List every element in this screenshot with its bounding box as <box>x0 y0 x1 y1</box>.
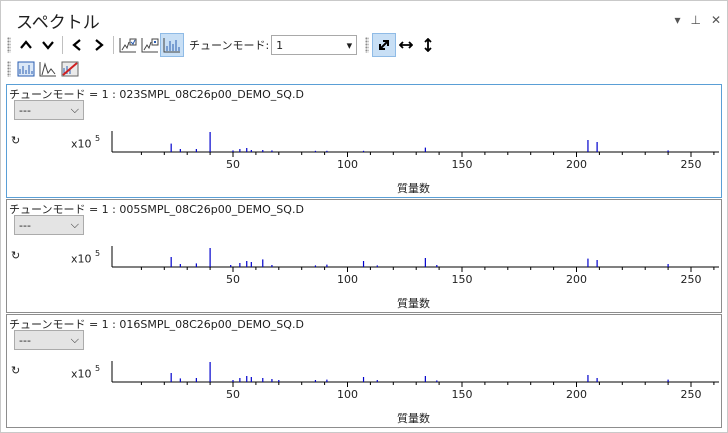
tune-mode-select[interactable]: 1 ▾ <box>271 35 358 55</box>
spectrum-check-icon[interactable] <box>117 34 139 56</box>
line-spectrum-icon[interactable] <box>37 58 59 80</box>
spectrum-plot[interactable]: 50 100 150 200 250 <box>107 125 719 169</box>
pin-icon[interactable]: ⊥ <box>690 13 700 27</box>
chevron-left-icon[interactable] <box>66 34 88 56</box>
expand-diagonal-icon[interactable] <box>372 33 397 57</box>
y-multiplier-base: x10 <box>71 252 92 266</box>
x-tick-label: 250 <box>681 273 702 284</box>
x-tick-label: 100 <box>337 388 358 399</box>
spectrum-select-icon[interactable] <box>139 34 161 56</box>
spectrum-panel[interactable]: チューンモード = 1 : 016SMPL_08C26p00_DEMO_SQ.D… <box>6 314 722 428</box>
panel-dropdown-value: --- <box>19 103 31 117</box>
refresh-icon[interactable]: ↻ <box>11 134 20 147</box>
overlay-spectra-icon[interactable] <box>15 58 37 80</box>
chevron-down-icon: ⌵ <box>70 103 79 116</box>
x-tick-label: 250 <box>681 388 702 399</box>
clear-spectrum-icon[interactable] <box>59 58 81 80</box>
y-multiplier-exponent: 5 <box>95 249 101 258</box>
toolbar-grip[interactable] <box>7 61 11 77</box>
x-tick-label: 250 <box>681 158 702 169</box>
y-multiplier: x10 5 <box>71 364 101 381</box>
x-tick-label: 50 <box>226 388 240 399</box>
x-axis-label: 質量数 <box>397 412 430 425</box>
x-tick-label: 50 <box>226 158 240 169</box>
panel-dropdown-value: --- <box>19 333 31 347</box>
y-multiplier: x10 5 <box>71 249 101 266</box>
refresh-icon[interactable]: ↻ <box>11 364 20 377</box>
y-multiplier-exponent: 5 <box>95 134 101 143</box>
spectrum-window: スペクトル ▾ ⊥ ✕ チューンモード: 1 ▾ チューンモード = 1: 0… <box>0 0 728 433</box>
spectrum-plot[interactable]: 50 100 150 200 250 <box>107 240 719 284</box>
spectrum-plot[interactable]: 50 100 150 200 250 <box>107 355 719 399</box>
toolbar-grip[interactable] <box>7 37 11 53</box>
x-tick-label: 100 <box>337 158 358 169</box>
y-multiplier-base: x10 <box>71 137 92 151</box>
refresh-icon[interactable]: ↻ <box>11 249 20 262</box>
window-title: スペクトル <box>16 13 100 33</box>
close-icon[interactable]: ✕ <box>711 13 721 27</box>
x-tick-label: 200 <box>566 388 587 399</box>
expand-vertical-icon[interactable] <box>417 34 439 56</box>
spectrum-panel[interactable]: チューンモード = 1 : 023SMPL_08C26p00_DEMO_SQ.D… <box>6 84 722 198</box>
x-tick-label: 200 <box>566 158 587 169</box>
y-multiplier: x10 5 <box>71 134 101 151</box>
x-axis-label: 質量数 <box>397 182 430 195</box>
panel-dropdown-value: --- <box>19 218 31 232</box>
spectrum-panel[interactable]: チューンモード = 1 : 005SMPL_08C26p00_DEMO_SQ.D… <box>6 199 722 313</box>
spectrum-bar-icon[interactable] <box>160 33 184 57</box>
x-tick-label: 150 <box>452 158 473 169</box>
chevron-right-icon[interactable] <box>88 34 110 56</box>
tune-mode-value: 1 <box>276 38 284 52</box>
y-multiplier-base: x10 <box>71 367 92 381</box>
window-controls: ▾ ⊥ ✕ <box>674 13 721 27</box>
dropdown-arrow-icon[interactable]: ▾ <box>674 13 680 27</box>
chevron-up-icon[interactable] <box>15 34 37 56</box>
x-tick-label: 150 <box>452 388 473 399</box>
chevron-down-icon: ⌵ <box>70 333 79 346</box>
chevron-down-icon[interactable] <box>37 34 59 56</box>
toolbar-separator <box>113 36 114 54</box>
x-tick-label: 100 <box>337 273 358 284</box>
toolbar-grip[interactable] <box>365 37 370 53</box>
chevron-down-icon: ▾ <box>346 38 353 52</box>
x-axis-label: 質量数 <box>397 297 430 310</box>
panel-dropdown[interactable]: --- ⌵ <box>14 215 84 235</box>
toolbar-secondary <box>7 58 81 80</box>
y-multiplier-exponent: 5 <box>95 364 101 373</box>
x-tick-label: 150 <box>452 273 473 284</box>
panel-dropdown[interactable]: --- ⌵ <box>14 100 84 120</box>
chevron-down-icon: ⌵ <box>70 218 79 231</box>
x-tick-label: 200 <box>566 273 587 284</box>
x-tick-label: 50 <box>226 273 240 284</box>
expand-horizontal-icon[interactable] <box>395 34 417 56</box>
toolbar-separator <box>62 36 63 54</box>
panel-dropdown[interactable]: --- ⌵ <box>14 330 84 350</box>
toolbar-main: チューンモード: 1 ▾ <box>7 33 439 57</box>
tune-mode-label: チューンモード: <box>189 39 270 52</box>
